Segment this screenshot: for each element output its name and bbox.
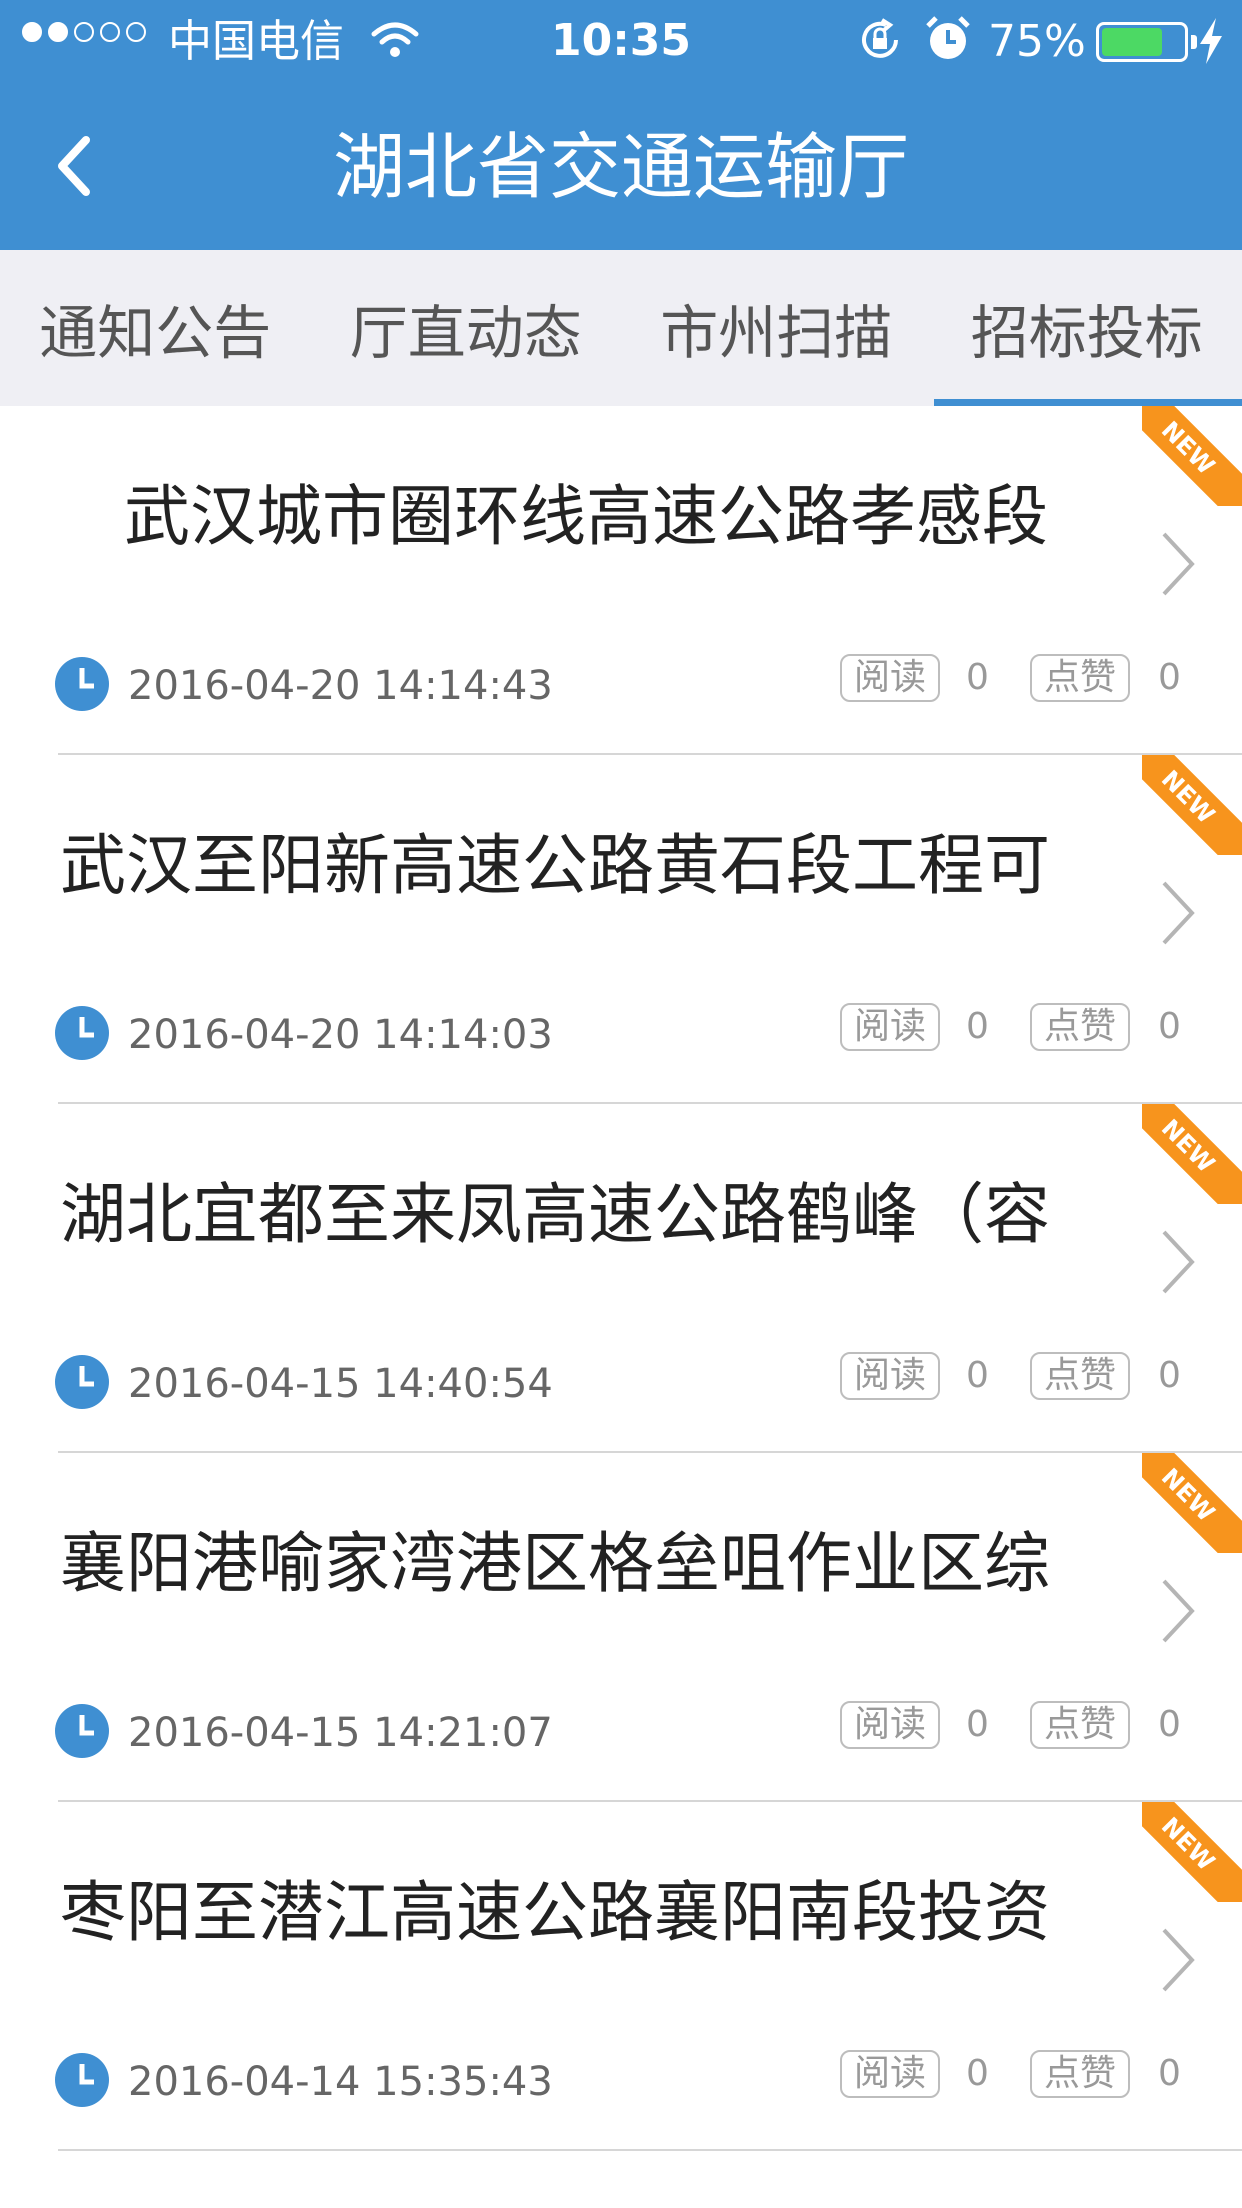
read-count: 0 — [966, 2053, 989, 2094]
read-label: 阅读 — [840, 1701, 941, 1749]
item-date: 2016-04-15 14:40:54 — [128, 1361, 553, 1407]
item-title: 武汉至阳新高速公路黄石段工程可 — [60, 827, 1050, 904]
chevron-right-icon — [1162, 532, 1195, 596]
item-date: 2016-04-15 14:21:07 — [128, 1710, 553, 1756]
clock-icon — [55, 1355, 109, 1409]
new-ribbon: NEW — [1142, 1104, 1242, 1204]
item-date: 2016-04-20 14:14:03 — [128, 1012, 553, 1058]
like-button[interactable]: 点赞 — [1030, 1701, 1131, 1749]
tab-city-scan[interactable]: 市州扫描 — [621, 250, 932, 406]
new-ribbon: NEW — [1142, 755, 1242, 855]
read-label: 阅读 — [840, 1003, 941, 1051]
clock-icon — [55, 1704, 109, 1758]
battery-icon — [1096, 22, 1197, 62]
list-item[interactable]: NEW 武汉城市圈环线高速公路孝感段 2016-04-20 14:14:43 阅… — [0, 406, 1242, 755]
list-item[interactable]: NEW 武汉至阳新高速公路黄石段工程可 2016-04-20 14:14:03 … — [0, 755, 1242, 1104]
chevron-right-icon — [1162, 881, 1195, 945]
like-count: 0 — [1158, 1006, 1181, 1047]
item-date: 2016-04-14 15:35:43 — [128, 2059, 553, 2105]
list-item[interactable]: NEW 枣阳至潜江高速公路襄阳南段投资 2016-04-14 15:35:43 … — [0, 1802, 1242, 2151]
like-button[interactable]: 点赞 — [1030, 1003, 1131, 1051]
tab-notices[interactable]: 通知公告 — [0, 250, 311, 406]
like-count: 0 — [1158, 1704, 1181, 1745]
read-count: 0 — [966, 1006, 989, 1047]
like-button[interactable]: 点赞 — [1030, 1352, 1131, 1400]
charging-bolt-icon — [1200, 18, 1222, 64]
alarm-icon — [926, 16, 970, 59]
new-ribbon: NEW — [1142, 1453, 1242, 1553]
new-badge-label: NEW — [1142, 1453, 1242, 1553]
item-date: 2016-04-20 14:14:43 — [128, 663, 553, 709]
page-title: 湖北省交通运输厅 — [332, 125, 909, 209]
list-item[interactable]: NEW 湖北宜都至来凤高速公路鹤峰（容 2016-04-15 14:40:54 … — [0, 1104, 1242, 1453]
battery-percent: 75% — [988, 16, 1086, 67]
item-title: 湖北宜都至来凤高速公路鹤峰（容 — [60, 1176, 1050, 1253]
like-count: 0 — [1158, 657, 1181, 698]
nav-bar: 湖北省交通运输厅 — [0, 84, 1242, 250]
read-count: 0 — [966, 1704, 989, 1745]
item-title: 武汉城市圈环线高速公路孝感段 — [124, 478, 1048, 555]
like-count: 0 — [1158, 2053, 1181, 2094]
header: 中国电信 10:35 75% 湖北省交通运输厅 — [0, 0, 1242, 250]
like-count: 0 — [1158, 1355, 1181, 1396]
chevron-right-icon — [1162, 1928, 1195, 1992]
article-list: NEW 武汉城市圈环线高速公路孝感段 2016-04-20 14:14:43 阅… — [0, 406, 1242, 2151]
status-bar: 中国电信 10:35 75% — [0, 0, 1242, 84]
new-badge-label: NEW — [1142, 406, 1242, 506]
read-count: 0 — [966, 1355, 989, 1396]
read-label: 阅读 — [840, 1352, 941, 1400]
chevron-right-icon — [1162, 1579, 1195, 1643]
like-button[interactable]: 点赞 — [1030, 2050, 1131, 2098]
new-ribbon: NEW — [1142, 406, 1242, 506]
category-tabs: 通知公告 厅直动态 市州扫描 招标投标 — [0, 250, 1242, 406]
list-item[interactable]: NEW 襄阳港喻家湾港区格垒咀作业区综 2016-04-15 14:21:07 … — [0, 1453, 1242, 1802]
new-badge-label: NEW — [1142, 1802, 1242, 1902]
tab-department-news[interactable]: 厅直动态 — [311, 250, 622, 406]
new-badge-label: NEW — [1142, 755, 1242, 855]
read-count: 0 — [966, 657, 989, 698]
clock-icon — [55, 657, 109, 711]
clock-icon — [55, 2053, 109, 2107]
new-badge-label: NEW — [1142, 1104, 1242, 1204]
read-label: 阅读 — [840, 654, 941, 702]
new-ribbon: NEW — [1142, 1802, 1242, 1902]
chevron-right-icon — [1162, 1230, 1195, 1294]
like-button[interactable]: 点赞 — [1030, 654, 1131, 702]
item-title: 襄阳港喻家湾港区格垒咀作业区综 — [60, 1525, 1050, 1602]
tab-bidding[interactable]: 招标投标 — [932, 250, 1242, 406]
rotation-lock-icon — [862, 18, 898, 58]
read-label: 阅读 — [840, 2050, 941, 2098]
item-title: 枣阳至潜江高速公路襄阳南段投资 — [60, 1874, 1050, 1951]
clock-icon — [55, 1006, 109, 1060]
divider — [58, 2149, 1242, 2151]
